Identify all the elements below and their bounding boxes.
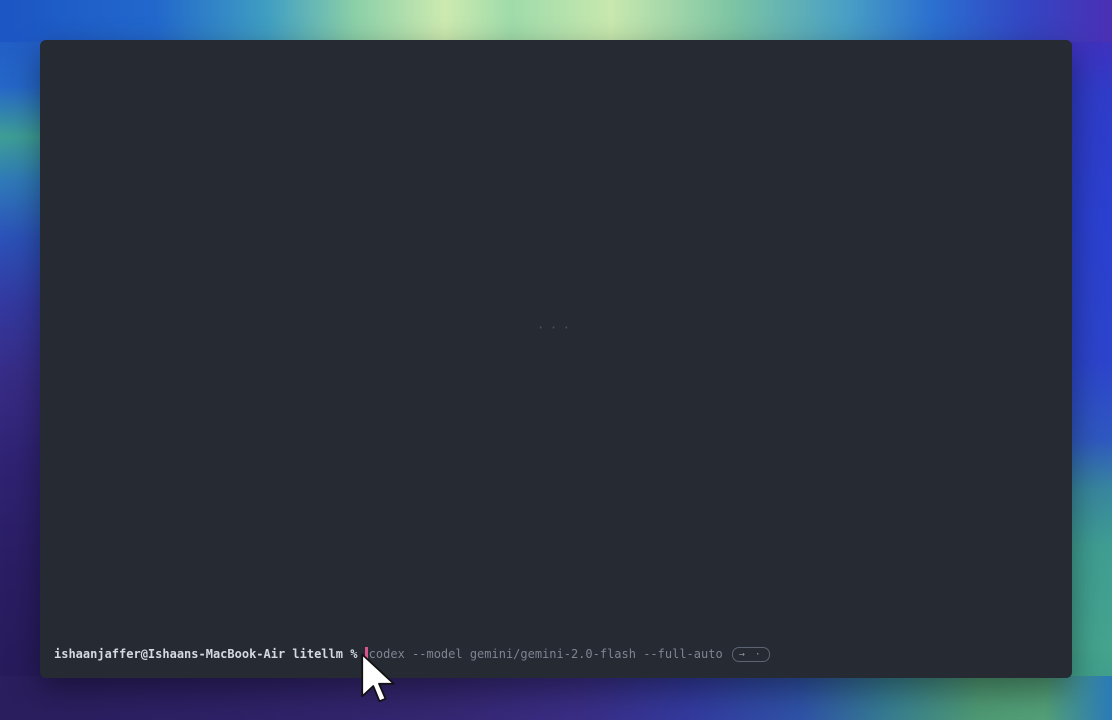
terminal-window[interactable]: ··· ishaanjaffer@Ishaans-MacBook-Air lit…: [40, 40, 1072, 678]
shell-prompt: ishaanjaffer@Ishaans-MacBook-Air litellm…: [54, 645, 365, 663]
wallpaper-bottom-band: [0, 676, 1112, 720]
wallpaper-top-band: [0, 0, 1112, 42]
wallpaper-left-band: [0, 0, 44, 720]
terminal-prompt-line[interactable]: ishaanjaffer@Ishaans-MacBook-Air litellm…: [54, 645, 770, 663]
command-autosuggestion: codex --model gemini/gemini-2.0-flash --…: [369, 645, 723, 663]
text-caret: [365, 647, 368, 661]
wallpaper-right-band: [1068, 0, 1112, 720]
terminal-loading-ellipsis: ···: [40, 321, 1072, 336]
accept-suggestion-hint-badge: → ·: [732, 647, 770, 662]
